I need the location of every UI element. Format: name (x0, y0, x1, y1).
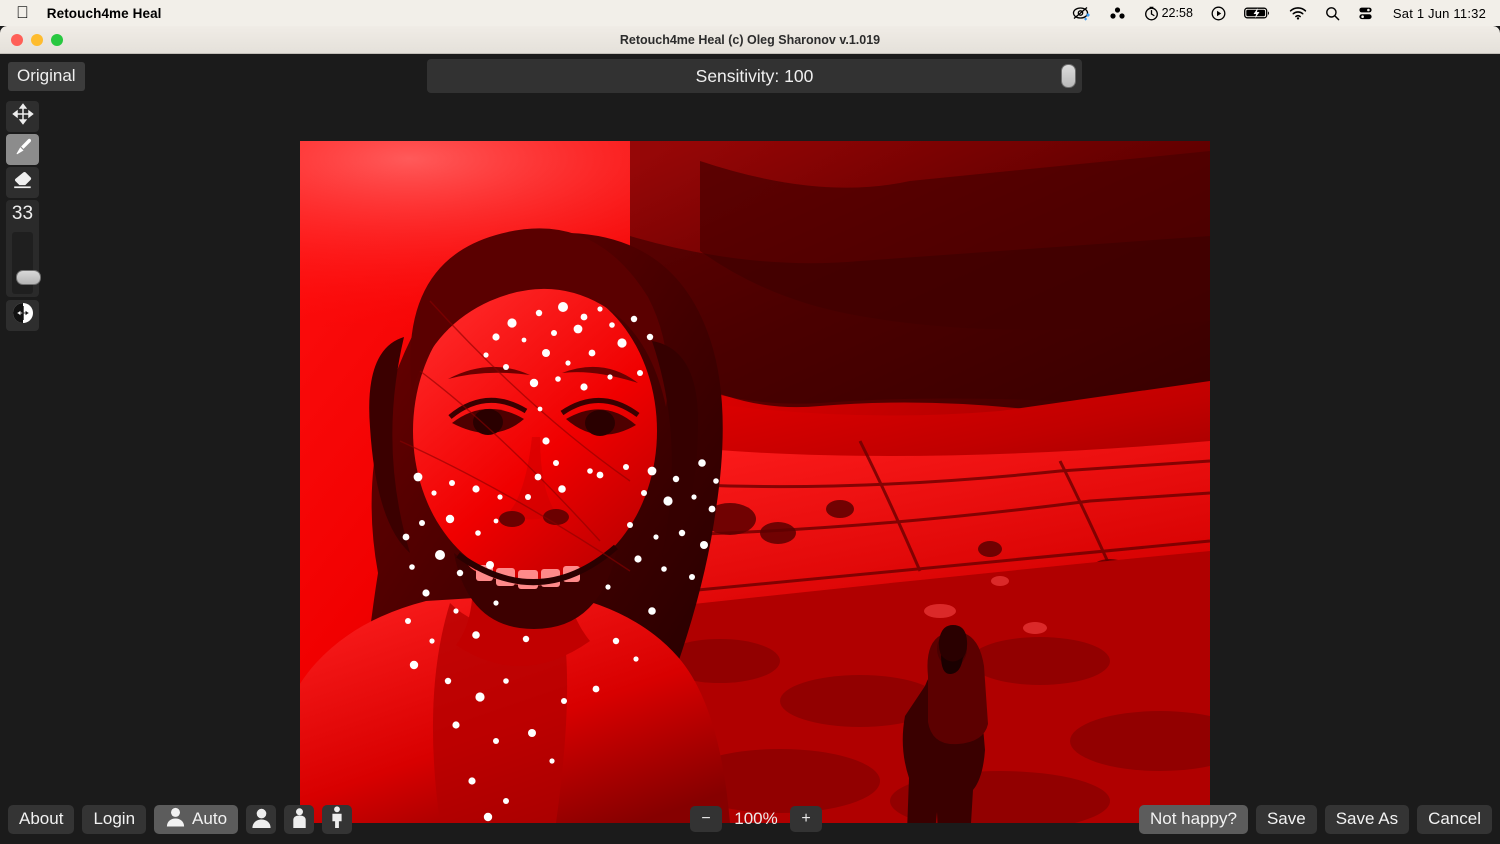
macos-menubar:  Retouch4me Heal 22:58 Sat 1 Jun 11:32 (0, 0, 1500, 26)
wifi-icon[interactable] (1289, 6, 1307, 20)
move-tool-button[interactable] (6, 101, 39, 132)
image-canvas[interactable] (300, 141, 1210, 823)
do-not-disturb-icon[interactable] (1072, 6, 1091, 21)
move-arrows-icon (11, 103, 34, 130)
original-toggle-button[interactable]: Original (8, 62, 85, 91)
view-halfbody-button[interactable] (284, 805, 315, 834)
brush-tool-button[interactable] (6, 134, 39, 165)
save-button[interactable]: Save (1255, 805, 1317, 834)
person-halfbody-icon (290, 807, 309, 833)
view-fullbody-button[interactable] (322, 805, 353, 834)
stopwatch-icon[interactable]: 22:58 (1144, 6, 1193, 21)
play-circle-icon[interactable] (1211, 6, 1226, 21)
menubar-app-name[interactable]: Retouch4me Heal (47, 6, 162, 21)
sensitivity-slider-thumb[interactable] (1061, 64, 1076, 88)
auto-button[interactable]: Auto (154, 805, 239, 834)
brush-size-slider-track[interactable] (12, 232, 41, 294)
traffic-lights (0, 33, 63, 46)
left-toolbar: 33 (6, 101, 41, 331)
close-button[interactable] (11, 33, 23, 46)
person-head-icon (165, 806, 186, 832)
person-portrait-icon (251, 807, 272, 833)
minimize-button[interactable] (31, 33, 43, 46)
cancel-button[interactable]: Cancel (1417, 805, 1492, 834)
app-window: Retouch4me Heal (c) Oleg Sharonov v.1.01… (0, 26, 1500, 844)
apple-icon[interactable]:  (16, 4, 29, 21)
eraser-icon (11, 169, 34, 196)
menubar-clock[interactable]: Sat 1 Jun 11:32 (1393, 6, 1486, 21)
person-fullbody-icon (330, 806, 344, 833)
brush-size-panel[interactable]: 33 (6, 200, 41, 297)
stopwatch-time: 22:58 (1161, 6, 1193, 20)
window-titlebar[interactable]: Retouch4me Heal (c) Oleg Sharonov v.1.01… (0, 26, 1500, 54)
search-icon[interactable] (1325, 6, 1340, 21)
about-button[interactable]: About (8, 805, 75, 834)
brush-icon (12, 136, 34, 163)
top-toolbar: Original Sensitivity: 100 (0, 54, 1500, 101)
zoom-level-label: 100% (734, 809, 778, 828)
zoom-out-button[interactable]: − (690, 806, 722, 832)
sensitivity-label: Sensitivity: 100 (695, 65, 814, 86)
control-center-icon[interactable] (1358, 6, 1373, 21)
zoom-in-button[interactable]: + (790, 806, 822, 832)
not-happy-button[interactable]: Not happy? (1139, 805, 1248, 834)
auto-button-label: Auto (192, 809, 228, 828)
eraser-tool-button[interactable] (6, 167, 39, 198)
login-button[interactable]: Login (82, 805, 147, 834)
compare-toggle-button[interactable] (6, 300, 39, 331)
before-after-compare-icon (11, 301, 35, 330)
save-as-button[interactable]: Save As (1324, 805, 1410, 834)
maximize-button[interactable] (51, 33, 63, 46)
dots-cluster-icon[interactable] (1109, 6, 1126, 20)
window-title: Retouch4me Heal (c) Oleg Sharonov v.1.01… (619, 32, 881, 47)
photo-with-heal-mask (300, 141, 1210, 823)
battery-charging-icon[interactable] (1243, 6, 1271, 20)
bottom-toolbar: About Login Auto − 100% + Not happy? Sav… (0, 800, 1500, 844)
view-closeup-button[interactable] (246, 805, 277, 834)
sensitivity-slider[interactable]: Sensitivity: 100 (427, 59, 1082, 93)
brush-size-value: 33 (11, 203, 34, 224)
app-body: Original Sensitivity: 100 33 About Login… (0, 54, 1500, 844)
brush-size-slider-thumb[interactable] (16, 270, 41, 285)
